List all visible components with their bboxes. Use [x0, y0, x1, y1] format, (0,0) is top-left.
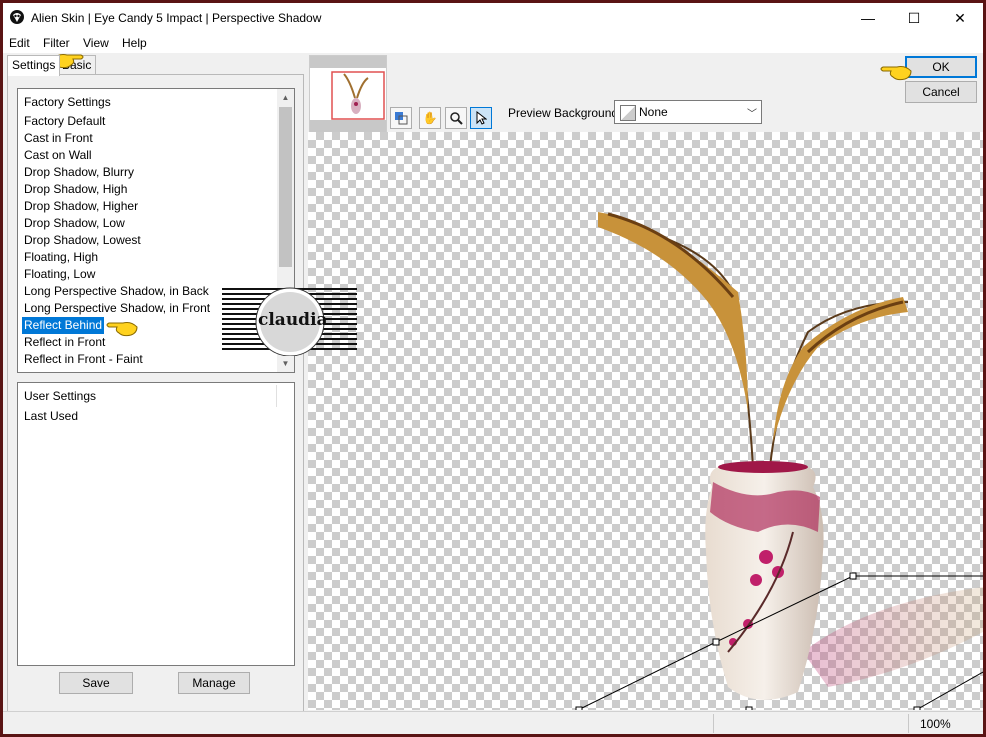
minimize-icon: —: [861, 10, 875, 26]
navigator-thumbnail-image: [310, 56, 386, 132]
factory-setting-item[interactable]: Reflect in Front - Faint: [22, 351, 145, 368]
chevron-down-icon: ﹀: [747, 109, 757, 120]
cancel-button[interactable]: Cancel: [905, 81, 977, 103]
manage-button[interactable]: Manage: [178, 672, 250, 694]
vase-preview-image: [575, 212, 983, 710]
factory-setting-item[interactable]: Floating, High: [22, 249, 100, 266]
menu-bar: Edit Filter View Help: [3, 33, 983, 53]
factory-setting-item[interactable]: Cast on Wall: [22, 147, 94, 164]
ok-button[interactable]: OK: [905, 56, 977, 78]
pointer-tool[interactable]: [470, 107, 492, 129]
maximize-button[interactable]: ☐: [891, 3, 937, 33]
alien-skin-app-icon: [10, 10, 24, 24]
factory-setting-item[interactable]: Drop Shadow, Low: [22, 215, 127, 232]
pointing-hand-icon: [880, 66, 912, 81]
factory-setting-item[interactable]: Cast in Front: [22, 130, 95, 147]
status-divider: [713, 714, 714, 733]
factory-setting-item[interactable]: Drop Shadow, High: [22, 181, 129, 198]
magnifier-icon: [450, 112, 463, 125]
maximize-icon: ☐: [907, 9, 921, 26]
preview-canvas[interactable]: [308, 132, 983, 710]
background-swatch-icon: [620, 105, 636, 121]
factory-setting-item[interactable]: Reflect in Front: [22, 334, 107, 351]
factory-setting-item[interactable]: Reflect Behind: [22, 317, 105, 334]
preview-toggle-tool[interactable]: [390, 107, 412, 129]
menu-filter[interactable]: Filter: [43, 36, 70, 50]
eye-candy-window: Alien Skin | Eye Candy 5 Impact | Perspe…: [3, 3, 983, 734]
scroll-up-arrow-icon[interactable]: ▲: [277, 89, 294, 106]
hand-tool[interactable]: ✋: [419, 107, 441, 129]
list-item-last-used[interactable]: Last Used: [22, 408, 80, 425]
pointing-hand-icon: [106, 322, 138, 337]
window-title: Alien Skin | Eye Candy 5 Impact | Perspe…: [31, 11, 322, 25]
preview-toggle-icon: [395, 112, 408, 125]
status-divider: [908, 714, 909, 733]
factory-setting-item[interactable]: Drop Shadow, Blurry: [22, 164, 136, 181]
factory-setting-item[interactable]: Long Perspective Shadow, in Back: [22, 283, 211, 300]
scroll-down-arrow-icon[interactable]: ▼: [277, 355, 294, 372]
user-settings-list[interactable]: User Settings Last Used: [17, 382, 295, 666]
factory-setting-item[interactable]: Factory Default: [22, 113, 107, 130]
status-bar: 100%: [3, 711, 983, 734]
claudia-watermark: claudia: [222, 286, 357, 357]
save-button[interactable]: Save: [59, 672, 133, 694]
preview-background-select[interactable]: None ﹀: [614, 100, 762, 124]
close-button[interactable]: ✕: [937, 3, 983, 33]
user-settings-header: User Settings: [24, 389, 97, 403]
preview-background-label: Preview Background:: [508, 106, 622, 120]
hand-icon: ✋: [422, 111, 438, 125]
scroll-thumb[interactable]: [279, 107, 292, 267]
arrow-pointer-icon: [476, 111, 487, 125]
factory-setting-item[interactable]: Drop Shadow, Lowest: [22, 232, 143, 249]
factory-setting-item[interactable]: Drop Shadow, Higher: [22, 198, 140, 215]
preview-navigator[interactable]: [309, 55, 387, 133]
list-divider: [276, 385, 277, 407]
watermark-text: claudia: [258, 310, 328, 330]
preview-background-value: None: [639, 105, 668, 119]
menu-view[interactable]: View: [83, 36, 109, 50]
menu-help[interactable]: Help: [122, 36, 147, 50]
zoom-level: 100%: [920, 717, 951, 731]
factory-setting-item[interactable]: Long Perspective Shadow, in Front: [22, 300, 212, 317]
title-bar[interactable]: Alien Skin | Eye Candy 5 Impact | Perspe…: [3, 3, 983, 33]
settings-panel: Factory Settings Factory Default Cast in …: [7, 74, 304, 713]
zoom-tool[interactable]: [445, 107, 467, 129]
close-icon: ✕: [954, 9, 966, 26]
factory-settings-header: Factory Settings: [24, 95, 111, 109]
factory-setting-item[interactable]: Floating, Low: [22, 266, 97, 283]
minimize-button[interactable]: —: [845, 3, 891, 33]
menu-edit[interactable]: Edit: [9, 36, 30, 50]
tab-settings[interactable]: Settings: [7, 55, 61, 76]
